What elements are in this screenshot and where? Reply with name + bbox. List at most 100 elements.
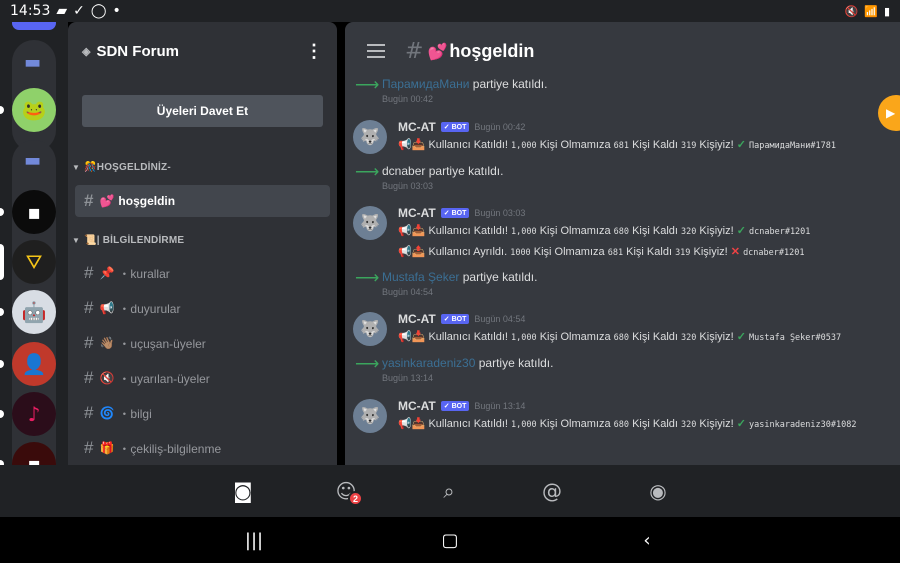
bot-name[interactable]: MC-AT: [398, 312, 436, 326]
search-icon: ⌕: [443, 479, 455, 503]
unread-pill: [0, 410, 4, 418]
server-icon-robot[interactable]: 🤖: [12, 290, 56, 334]
clock: 14:53: [10, 3, 51, 19]
home-tab[interactable]: ◙: [223, 465, 263, 517]
server-icon-dark[interactable]: ▪: [12, 190, 56, 234]
friends-tab[interactable]: ☺ 2: [326, 465, 366, 517]
folder-icon: ▬: [24, 150, 42, 171]
home-button-icon[interactable]: ▢: [430, 517, 470, 563]
channel-uyarilan-uyeler[interactable]: # 🔇 ・uyarılan-üyeler: [75, 362, 330, 394]
bot-name[interactable]: MC-AT: [398, 206, 436, 220]
hash-icon: #: [84, 368, 94, 387]
channel-emoji: 🌀: [99, 406, 115, 420]
channel-kurallar[interactable]: # 📌 ・kurallar: [75, 257, 330, 289]
server-rail: ▬ 🐸 ▬ ▪ ⛛ 🤖 👤 ♪ ▪: [0, 22, 68, 465]
channel-label: ・çekiliş-bilgilenme: [118, 441, 222, 456]
selected-pill: [0, 244, 4, 280]
invite-members-button[interactable]: Üyeleri Davet Et: [82, 95, 323, 127]
check-icon: ✓: [736, 225, 746, 237]
avatar-icon: ◉: [649, 479, 667, 503]
server-icon-yellow[interactable]: ⛛: [12, 240, 56, 284]
mentions-tab[interactable]: @: [532, 465, 572, 517]
check-icon: ✓: [736, 139, 746, 151]
bot-line: 📢📥 Kullanıcı Katıldı! 1,000 Kişi Olmamız…: [398, 418, 857, 430]
timestamp: Bugün 00:42: [382, 94, 434, 104]
megaphone-icon: 📢📥: [398, 225, 426, 237]
unread-pill: [0, 106, 4, 114]
join-call-button[interactable]: ▶: [878, 95, 900, 131]
recent-apps-icon[interactable]: |||: [234, 517, 274, 563]
channel-emoji: 💕: [99, 194, 115, 208]
bot-line: 📢📥 Kullanıcı Katıldı! 1,000 Kişi Olmamız…: [398, 331, 842, 343]
timestamp: Bugün 04:54: [382, 287, 434, 297]
username[interactable]: yasinkaradeniz30: [382, 356, 475, 370]
category-welcome[interactable]: ▼ 🎊 HOŞGELDİNİZ-: [68, 157, 337, 177]
server-icon-music[interactable]: ♪: [12, 392, 56, 436]
hash-icon: #: [405, 38, 424, 64]
megaphone-icon: 📢📥: [398, 331, 426, 343]
bot-avatar[interactable]: 🐺: [353, 120, 387, 154]
username[interactable]: Mustafa Şeker: [382, 270, 459, 284]
check-icon: ✓: [73, 3, 85, 19]
unread-pill: [0, 308, 4, 316]
more-options-icon[interactable]: ⋮: [305, 42, 323, 60]
chevron-down-icon: ▼: [72, 235, 81, 245]
category-label: | BİLGİLENDİRME: [96, 234, 185, 246]
server-header[interactable]: ◈ SDN Forum ⋮: [68, 22, 337, 80]
folder-icon: ▬: [24, 52, 42, 73]
channel-label: hoşgeldin: [118, 194, 176, 208]
dot-icon: •: [112, 3, 121, 19]
hash-icon: #: [84, 403, 94, 422]
server-icon-person[interactable]: 👤: [12, 342, 56, 386]
hamburger-menu-icon[interactable]: [367, 44, 385, 58]
check-icon: ✓: [736, 331, 746, 343]
bot-avatar[interactable]: 🐺: [353, 206, 387, 240]
channel-label: ・duyurular: [118, 301, 181, 316]
join-arrow-icon: ⟶: [355, 354, 380, 373]
channel-label: ・uyarılan-üyeler: [118, 371, 210, 386]
profile-tab[interactable]: ◉: [638, 465, 678, 517]
status-bar: 14:53 ▰ ✓ ◯ • 🔇 📶 ▮: [0, 0, 900, 22]
username[interactable]: dcnaber: [382, 164, 425, 178]
server-icon-partial[interactable]: [12, 22, 56, 30]
timestamp: Bugün 03:03: [474, 208, 526, 218]
channel-duyurular[interactable]: # 📢 ・duyurular: [75, 292, 330, 324]
bot-name[interactable]: MC-AT: [398, 120, 436, 134]
timestamp: Bugün 00:42: [474, 122, 526, 132]
check-icon: ✓: [736, 418, 746, 430]
back-icon[interactable]: ‹: [627, 517, 667, 563]
server-icon-frog[interactable]: 🐸: [12, 88, 56, 132]
bottom-nav: ◙ ☺ 2 ⌕ @ ◉: [0, 465, 900, 517]
bot-tag-badge: ✓ BOT: [440, 401, 470, 411]
megaphone-icon: 📢📤: [398, 246, 426, 258]
join-arrow-icon: ⟶: [355, 162, 380, 181]
bot-tag-badge: ✓ BOT: [440, 314, 470, 324]
category-emoji: 🎊: [84, 161, 97, 173]
hash-icon: #: [84, 298, 94, 317]
bot-tag-badge: ✓ BOT: [440, 122, 470, 132]
hash-icon: #: [84, 438, 94, 457]
bot-name[interactable]: MC-AT: [398, 399, 436, 413]
category-info[interactable]: ▼ 📜 | BİLGİLENDİRME: [68, 230, 337, 250]
battery-icon: ▮: [883, 4, 890, 18]
channel-label: ・uçuşan-üyeler: [118, 336, 206, 351]
channel-emoji: 📢: [99, 301, 115, 315]
bot-avatar[interactable]: 🐺: [353, 399, 387, 433]
channel-hosgeldin[interactable]: # 💕 hoşgeldin: [75, 185, 330, 217]
server-boost-icon: ◈: [82, 45, 91, 58]
server-name: SDN Forum: [96, 42, 179, 60]
bot-tag-badge: ✓ BOT: [440, 208, 470, 218]
hash-icon: #: [84, 263, 94, 282]
bot-avatar[interactable]: 🐺: [353, 312, 387, 346]
cross-icon: ✕: [730, 246, 740, 258]
channel-emoji: 🎁: [99, 441, 115, 455]
channel-bilgi[interactable]: # 🌀 ・bilgi: [75, 397, 330, 429]
username[interactable]: ПарамидаМани: [382, 77, 469, 91]
bot-line: 📢📥 Kullanıcı Katıldı! 1,000 Kişi Olmamız…: [398, 139, 836, 151]
bot-line: 📢📤 Kullanıcı Ayrıldı. 1000 Kişi Olmamıza…: [398, 246, 805, 258]
channel-cekilis-bilgilenme[interactable]: # 🎁 ・çekiliş-bilgilenme: [75, 432, 330, 464]
search-tab[interactable]: ⌕: [429, 465, 469, 517]
channel-ucusan-uyeler[interactable]: # 👋🏽 ・uçuşan-üyeler: [75, 327, 330, 359]
hash-icon: #: [84, 333, 94, 352]
unread-pill: [0, 360, 4, 368]
